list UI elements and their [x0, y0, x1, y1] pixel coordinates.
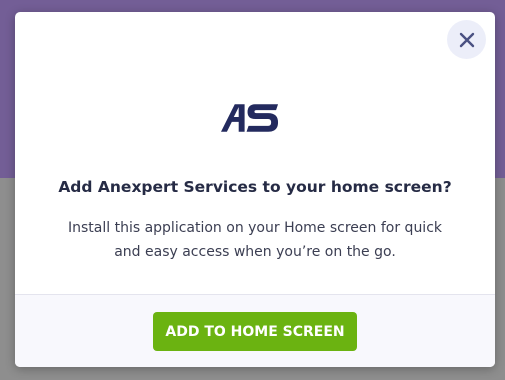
dialog-description: Install this application on your Home sc… [67, 220, 443, 260]
close-button[interactable] [447, 20, 486, 59]
add-to-home-screen-button[interactable]: ADD TO HOME SCREEN [153, 312, 357, 351]
dialog-footer: ADD TO HOME SCREEN [15, 294, 495, 367]
dialog-title: Add Anexpert Services to your home scree… [58, 178, 452, 196]
add-to-home-screen-dialog: Add Anexpert Services to your home scree… [15, 12, 495, 367]
close-icon [459, 32, 474, 47]
app-logo [221, 104, 279, 132]
